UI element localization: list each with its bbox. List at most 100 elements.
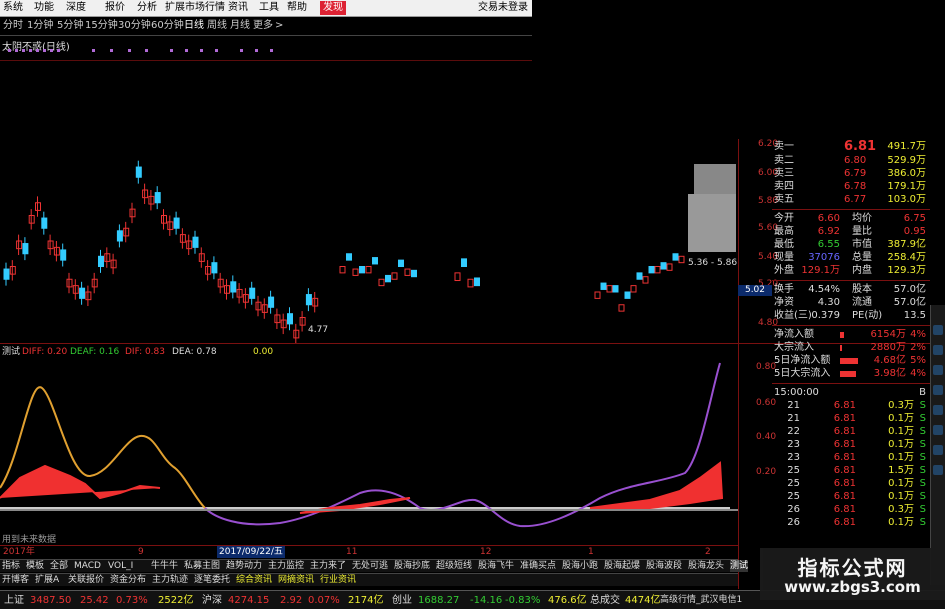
toolbar-icon[interactable] [933,425,943,435]
order-label: 卖一 [774,141,794,152]
login-status[interactable]: 交易未登录 [478,1,528,15]
candle-body [642,276,649,284]
indicator-tab[interactable]: 股海小跑 [562,560,598,572]
date-label: 1 [588,547,594,557]
tick-row: 26 6.81 0.1万 S [772,517,928,529]
info-tab[interactable]: 开博客 [2,574,29,586]
period-tab[interactable]: 分时 [3,19,23,33]
indicator-tab[interactable]: 私募主图 [184,560,220,572]
fundamental-row: 净资 4.30 流通 57.0亿 [772,297,928,309]
legend-deaf: DEAF: 0.16 [70,347,120,357]
indicator-tab[interactable]: 测试 [730,560,749,572]
overlay-box [688,194,736,252]
indicator-tab[interactable]: MACD [74,560,101,572]
tick-price: 6.81 [833,426,856,437]
indicator-tab[interactable]: 准确买点 [520,560,556,572]
indicator-tab[interactable]: 无处可逃 [352,560,388,572]
indicator-tab[interactable]: 指标 [2,560,20,572]
info-tab[interactable]: 关联报价 [68,574,104,586]
tick-volume: 0.1万 [888,517,914,528]
menu-item[interactable]: 帮助 [287,1,307,15]
menu-item[interactable]: 扩展市场行情 [165,1,225,15]
indicator-tab[interactable]: 超级短线 [436,560,472,572]
indicator-tab[interactable]: 趋势动力 [226,560,262,572]
flow-label: 5日净流入额 [774,355,831,366]
period-tab[interactable]: 1分钟 [27,19,53,33]
order-book-row: 卖三 6.79 386.0万 [772,168,928,180]
candle-body [192,236,199,248]
order-price: 6.81 [844,139,877,154]
flow-percent: 4% [910,329,926,340]
info-tab[interactable]: 行业资讯 [320,574,356,586]
menu-item[interactable]: 工具 [259,1,279,15]
toolbar-icon[interactable] [933,405,943,415]
indicator-tab[interactable]: 主力监控 [268,560,304,572]
indicator-tab[interactable]: 股海龙头 [688,560,724,572]
tick-row: 22 6.81 0.1万 S [772,426,928,438]
indicator-tab[interactable]: VOL_I [108,560,133,572]
side-toolbar[interactable] [930,305,945,585]
period-tab[interactable]: 30分钟 [118,19,151,33]
menu-item[interactable]: 分析 [137,1,157,15]
info-tab[interactable]: 网摘资讯 [278,574,314,586]
candle-body [398,259,404,267]
indicator-tab[interactable]: 股海飞牛 [478,560,514,572]
menu-item[interactable]: 系统 [3,1,23,15]
candle-body [98,255,104,268]
candle-body [404,268,411,276]
fundamental-row: 收益(三) 0.379 PE(动) 13.5 [772,310,928,322]
low-price-label: 4.77 [308,325,329,335]
period-tab[interactable]: 15分钟 [85,19,118,33]
period-tab[interactable]: 60分钟 [151,19,184,33]
order-volume: 103.0万 [887,194,926,205]
period-tab[interactable]: 月线 [230,19,250,33]
info-tab[interactable]: 逐笔委托 [194,574,230,586]
fund-key: PE(动) [852,310,883,321]
candle-body [411,269,417,278]
flow-row: 净流入额 6154万 4% [772,329,928,341]
candle-body [79,287,86,299]
info-tab[interactable]: 扩展A [35,574,59,586]
period-tab-more[interactable]: > [275,19,283,33]
toolbar-icon[interactable] [933,345,943,355]
quote-value: 387.9亿 [887,239,926,250]
menu-item-discover[interactable]: 发现 [320,1,346,15]
info-tab[interactable]: 资金分布 [110,574,146,586]
period-tab[interactable]: 5分钟 [57,19,83,33]
toolbar-icon[interactable] [933,465,943,475]
tick-row: 21 6.81 0.1万 S [772,413,928,425]
menu-item[interactable]: 报价 [105,1,125,15]
period-tab[interactable]: 更多 [253,19,273,33]
menu-item[interactable]: 深度 [66,1,86,15]
indicator-tab[interactable]: 模板 [26,560,44,572]
watermark-title: 指标公式网 [797,556,908,580]
tick-row: 25 6.81 0.1万 S [772,491,928,503]
tick-direction: S [919,426,926,437]
toolbar-icon[interactable] [933,385,943,395]
quote-key: 总量 [852,252,872,263]
toolbar-icon[interactable] [933,445,943,455]
period-tab[interactable]: 周线 [207,19,227,33]
flow-percent: 2% [910,342,926,353]
candle-body [3,268,10,280]
menu-item[interactable]: 资讯 [228,1,248,15]
indicator-tab[interactable]: 股海抄底 [394,560,430,572]
quote-value: 0.95 [903,226,926,237]
period-tab-daily[interactable]: 日线 [184,19,204,33]
indicator-tab[interactable]: 股海起爆 [604,560,640,572]
info-tab[interactable]: 综合资讯 [236,574,272,586]
sh-label: 上证 [4,595,24,606]
indicator-tab[interactable]: 主力来了 [310,560,346,572]
indicator-tab[interactable]: 全部 [50,560,68,572]
indicator-tab[interactable]: 股海波段 [646,560,682,572]
info-tab[interactable]: 主力轨迹 [152,574,188,586]
toolbar-icon[interactable] [933,365,943,375]
indicator-tab[interactable]: 牛牛牛 [151,560,178,572]
quote-value: 129.1万 [801,265,840,276]
candle-body [249,287,256,299]
candle-body [660,262,667,270]
candle-body [135,166,142,178]
panel-divider [772,325,930,326]
menu-item[interactable]: 功能 [34,1,54,15]
toolbar-icon[interactable] [933,325,943,335]
